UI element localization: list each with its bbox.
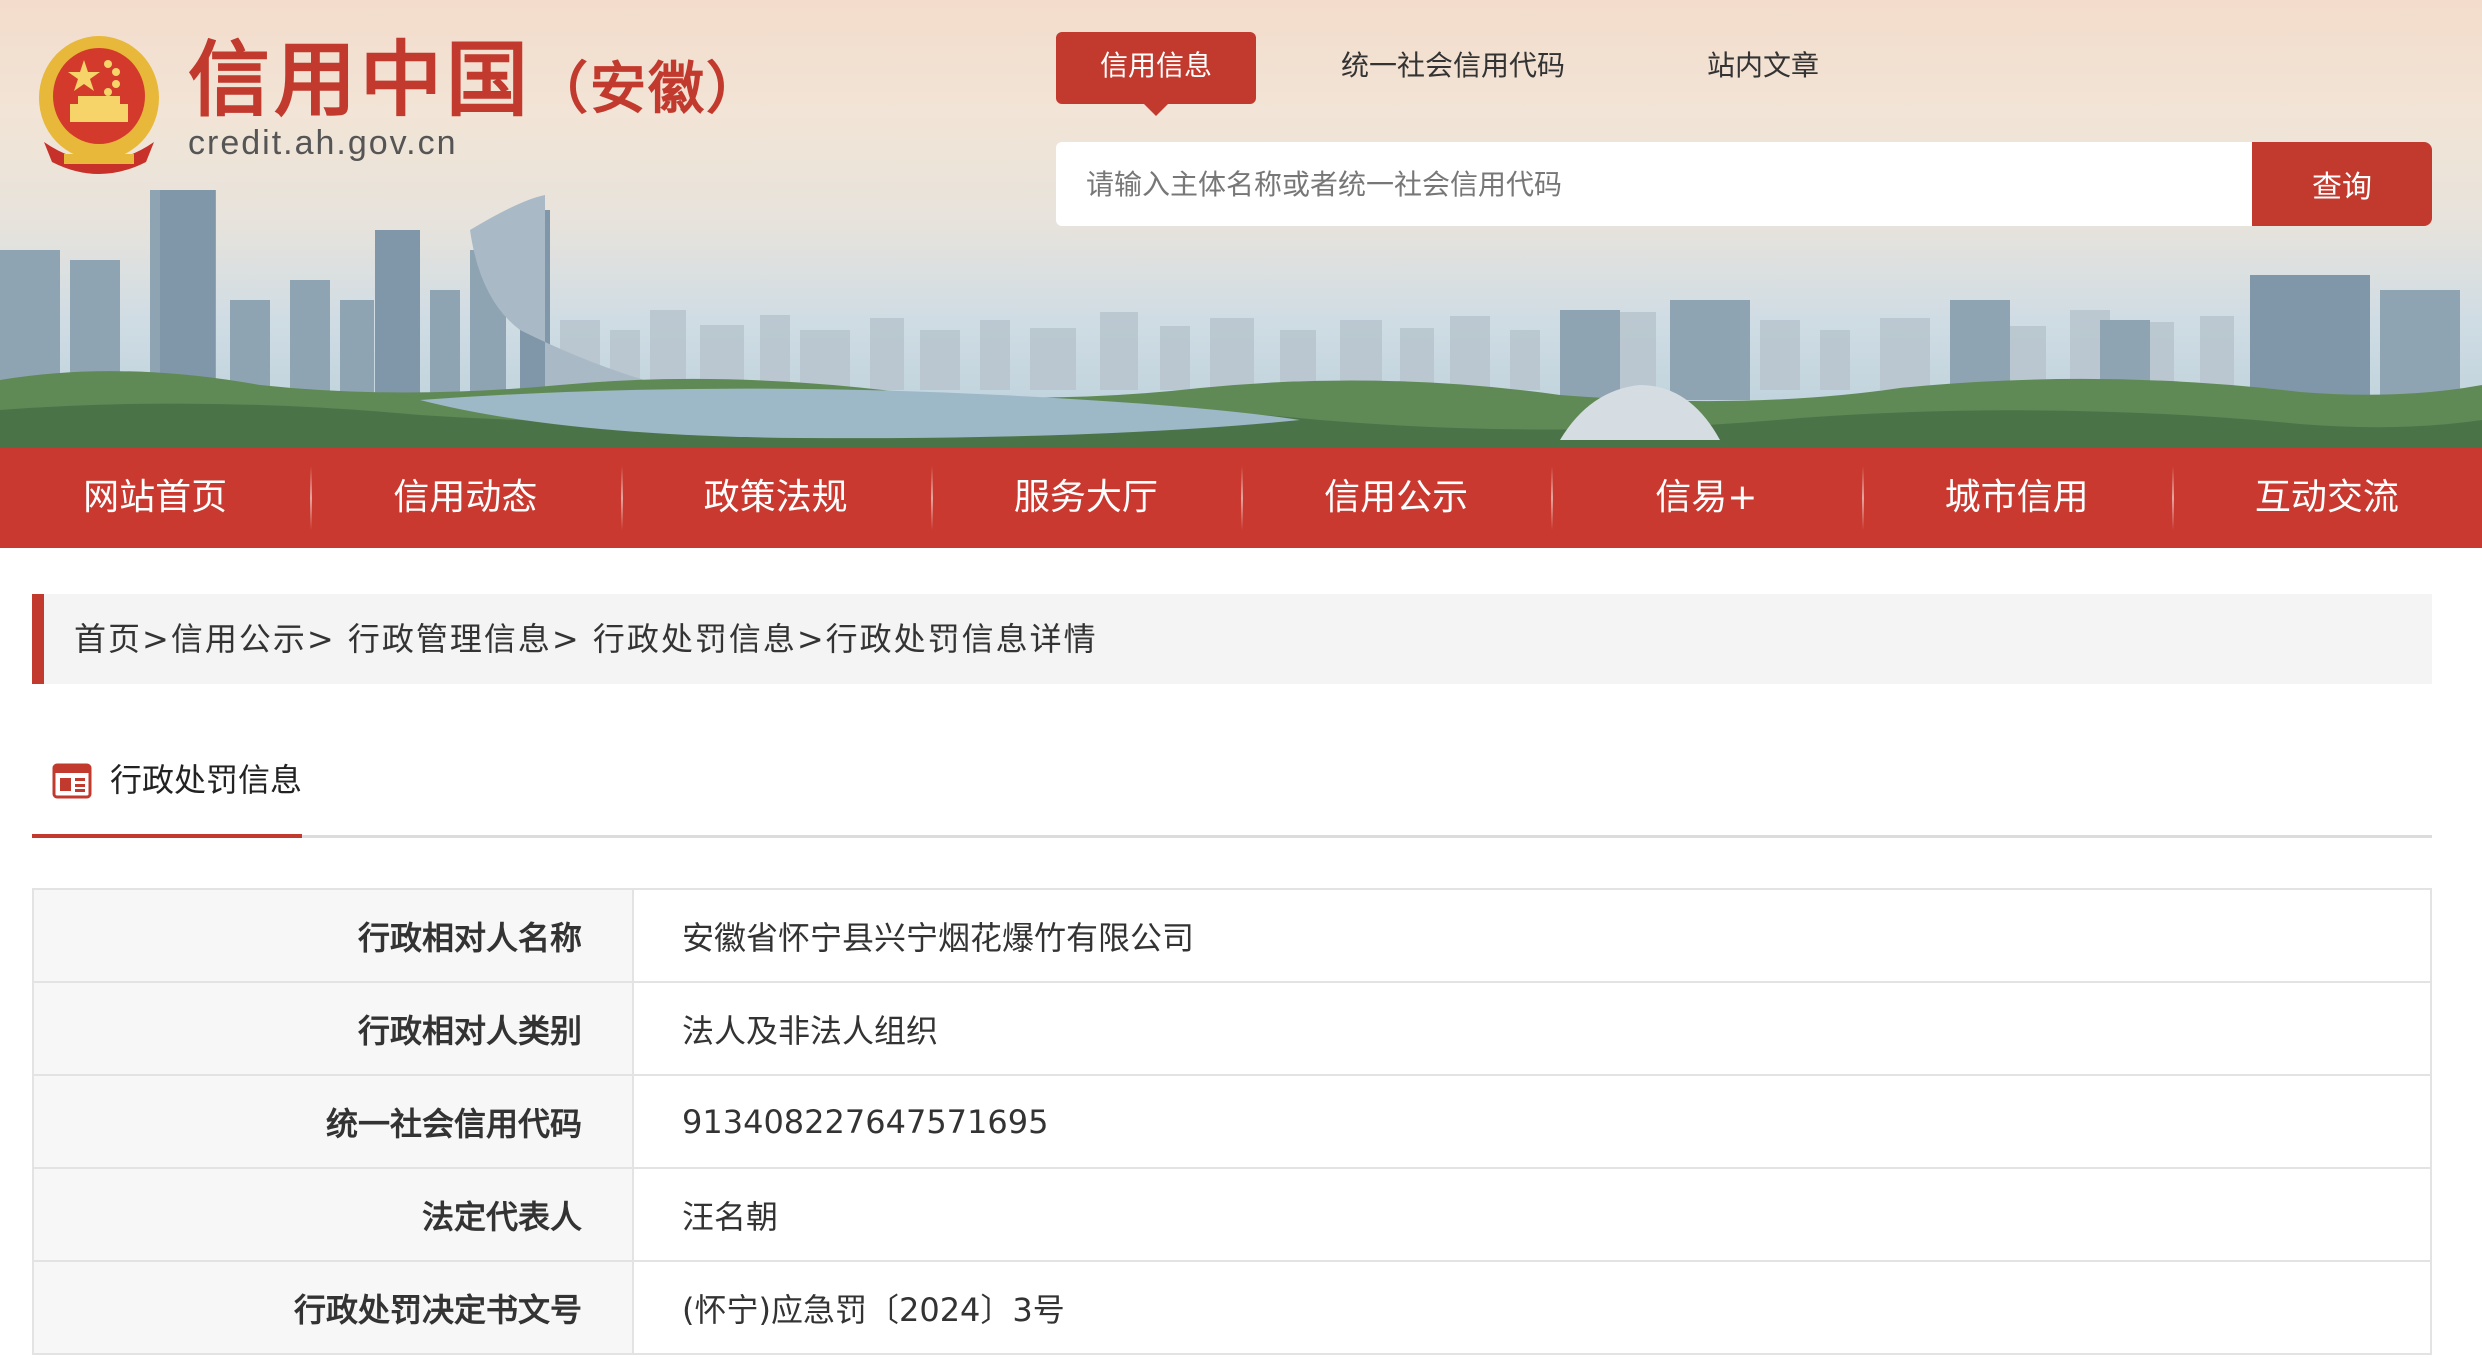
breadcrumb-separator: > <box>796 620 826 658</box>
search-tabs: 信用信息 统一社会信用代码 站内文章 <box>1056 32 1856 116</box>
search-tab-site-articles[interactable]: 站内文章 <box>1702 32 1824 104</box>
row-label-subject-type: 行政相对人类别 <box>32 981 634 1076</box>
search-input[interactable] <box>1056 142 2252 226</box>
breadcrumb-separator: > <box>551 620 593 658</box>
nav-item-interaction[interactable]: 互动交流 <box>2171 448 2482 548</box>
row-label-subject-name: 行政相对人名称 <box>32 888 634 983</box>
table-row: 行政相对人名称 安徽省怀宁县兴宁烟花爆竹有限公司 <box>32 888 2432 983</box>
section-title-underline <box>32 834 302 838</box>
row-value-credit-code: 913408227647571695 <box>632 1074 2432 1169</box>
nav-item-xinyi-plus[interactable]: 信易+ <box>1551 448 1861 548</box>
breadcrumb-separator: > <box>306 620 348 658</box>
nav-item-credit-publicity[interactable]: 信用公示 <box>1241 448 1551 548</box>
penalty-info-table: 行政相对人名称 安徽省怀宁县兴宁烟花爆竹有限公司 行政相对人类别 法人及非法人组… <box>32 888 2432 1355</box>
site-title-main: 信用中国 <box>188 32 533 128</box>
nav-item-policies[interactable]: 政策法规 <box>620 448 931 548</box>
table-row: 统一社会信用代码 913408227647571695 <box>32 1074 2432 1169</box>
site-domain: credit.ah.gov.cn <box>188 124 458 162</box>
table-row: 法定代表人 汪名朝 <box>32 1167 2432 1262</box>
breadcrumb: 首页>信用公示> 行政管理信息> 行政处罚信息>行政处罚信息详情 <box>32 594 2432 684</box>
nav-item-service-hall[interactable]: 服务大厅 <box>930 448 1241 548</box>
document-list-icon <box>52 763 92 799</box>
nav-item-home[interactable]: 网站首页 <box>0 448 310 548</box>
nav-item-city-credit[interactable]: 城市信用 <box>1861 448 2172 548</box>
row-label-decision-number: 行政处罚决定书文号 <box>32 1260 634 1355</box>
search-button[interactable]: 查询 <box>2252 142 2432 226</box>
section-title: 行政处罚信息 <box>110 761 303 799</box>
breadcrumb-current: 行政处罚信息详情 <box>825 620 1098 658</box>
table-row: 行政处罚决定书文号 (怀宁)应急罚〔2024〕3号 <box>32 1260 2432 1355</box>
section-header: 行政处罚信息 <box>32 740 2432 838</box>
site-title-province: （安徽） <box>532 56 765 122</box>
breadcrumb-penalty-info[interactable]: 行政处罚信息 <box>593 620 797 658</box>
site-header: 信用中国（安徽） credit.ah.gov.cn 信用信息 统一社会信用代码 … <box>0 0 2482 448</box>
main-nav: 网站首页 信用动态 政策法规 服务大厅 信用公示 信易+ 城市信用 互动交流 <box>0 448 2482 548</box>
breadcrumb-separator: > <box>142 620 171 658</box>
nav-item-credit-news[interactable]: 信用动态 <box>310 448 620 548</box>
site-title: 信用中国（安徽） <box>188 30 764 130</box>
search-tab-credit-code[interactable]: 统一社会信用代码 <box>1322 32 1584 104</box>
row-label-credit-code: 统一社会信用代码 <box>32 1074 634 1169</box>
breadcrumb-admin-info[interactable]: 行政管理信息 <box>348 620 552 658</box>
breadcrumb-home[interactable]: 首页 <box>74 620 142 658</box>
row-value-decision-number: (怀宁)应急罚〔2024〕3号 <box>632 1260 2432 1355</box>
search-tab-credit-info[interactable]: 信用信息 <box>1056 32 1256 116</box>
table-row: 行政相对人类别 法人及非法人组织 <box>32 981 2432 1076</box>
row-value-subject-type: 法人及非法人组织 <box>632 981 2432 1076</box>
row-value-subject-name: 安徽省怀宁县兴宁烟花爆竹有限公司 <box>632 888 2432 983</box>
row-value-legal-rep: 汪名朝 <box>632 1167 2432 1262</box>
national-emblem-icon <box>39 36 159 174</box>
row-label-legal-rep: 法定代表人 <box>32 1167 634 1262</box>
breadcrumb-credit-publicity[interactable]: 信用公示 <box>171 620 307 658</box>
